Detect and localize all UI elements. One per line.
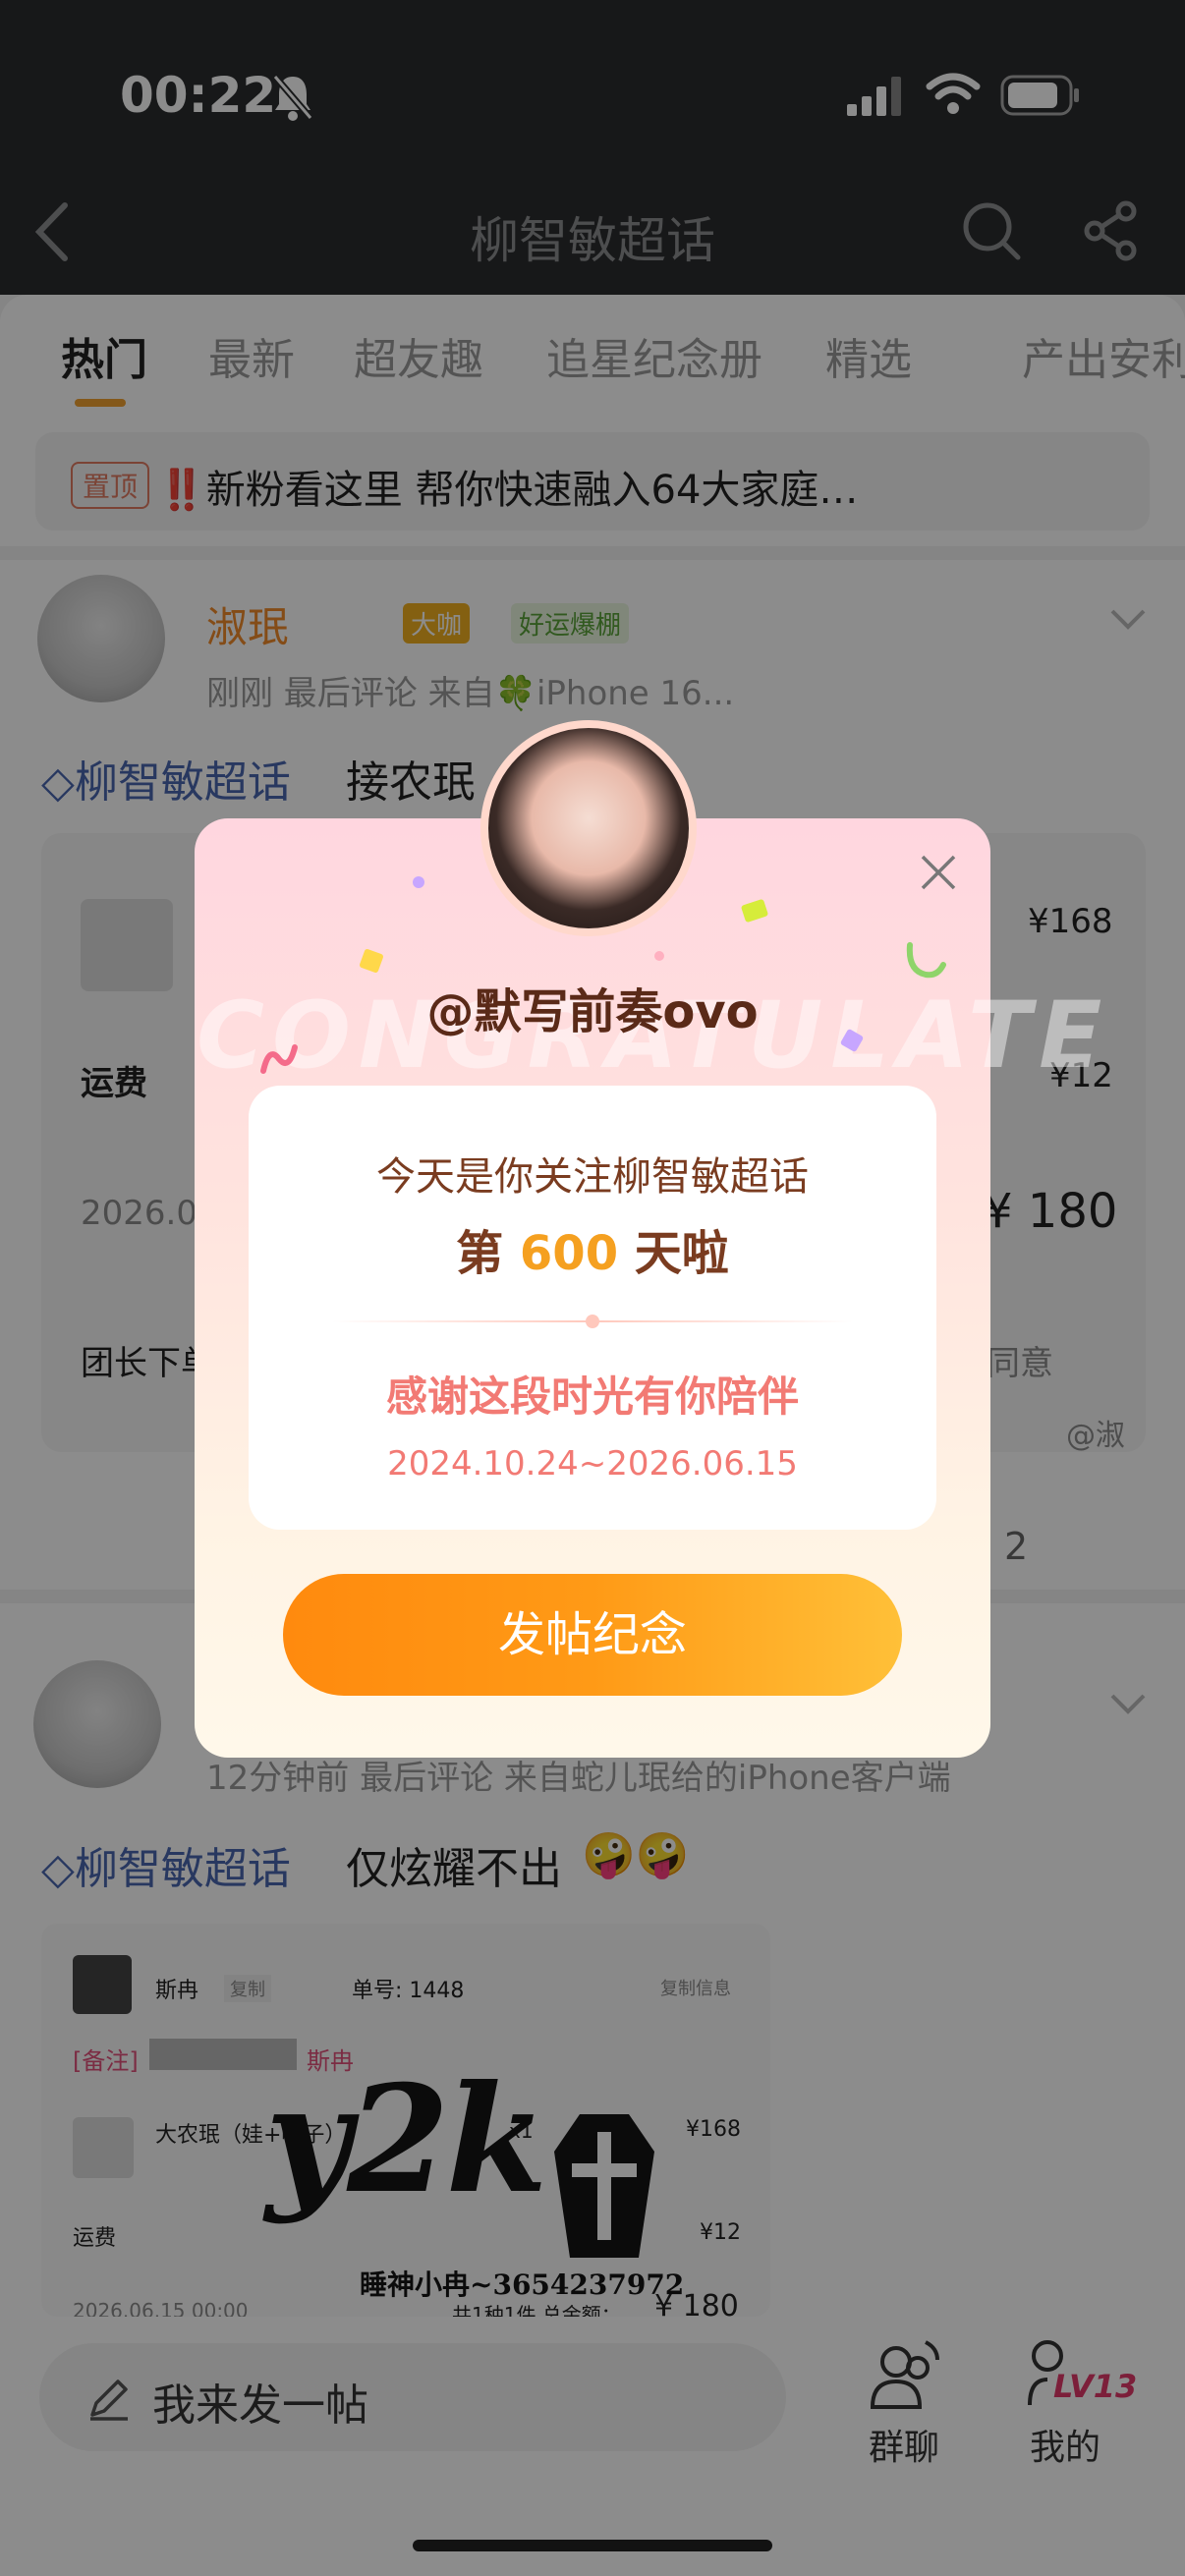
post-commemorate-button[interactable]: 发帖纪念 [283,1574,902,1696]
thanks-line: 感谢这段时光有你陪伴 [385,1372,799,1421]
day-number: 600 [519,1226,619,1281]
modal-avatar [480,720,697,936]
confetti [654,951,664,961]
confetti-ribbon [260,1044,298,1074]
modal-divider-dot [586,1315,599,1328]
modal-username: @默写前奏ovo [426,984,759,1039]
follow-line: 今天是你关注柳智敏超话 [376,1154,809,1200]
date-range: 2024.10.24~2026.06.15 [387,1444,798,1484]
confetti [413,876,424,888]
day-suffix: 天啦 [618,1226,729,1281]
day-count-line: 第 600 天啦 [249,1214,936,1283]
close-icon[interactable] [909,843,968,902]
day-prefix: 第 [456,1226,520,1281]
